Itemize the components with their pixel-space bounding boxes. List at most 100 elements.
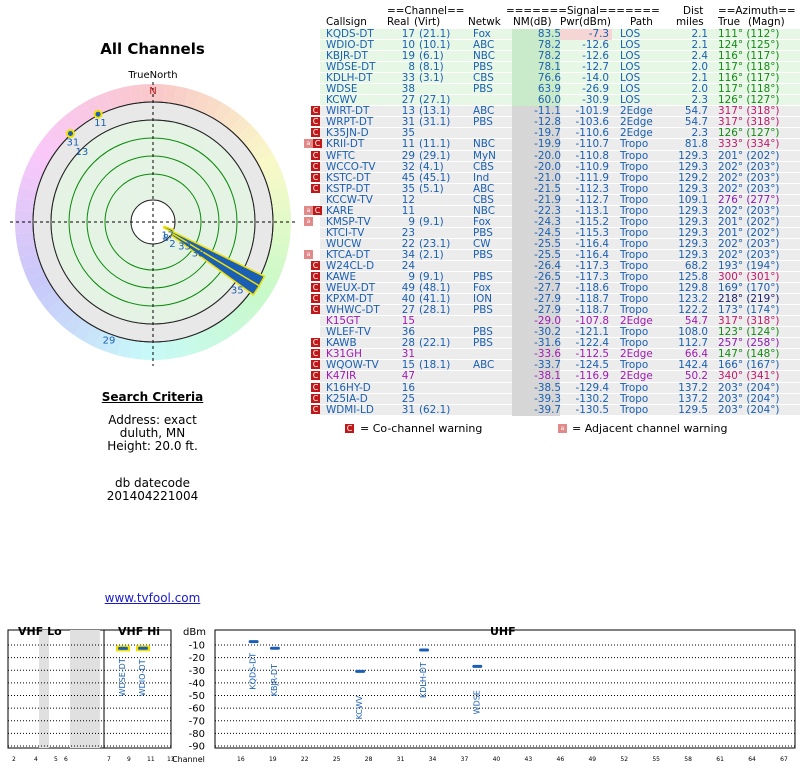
cell-nm: -39.3 [534,392,561,405]
cell-dist: 129.5 [678,403,708,416]
channel-tick-label: 9 [127,756,131,763]
header-magn: (Magn) [748,16,785,28]
cell-path: Tropo [620,381,649,394]
radar-channel-label: 13 [75,147,88,158]
station-signal-bar [355,669,366,673]
channel-tick-label: 19 [269,756,277,763]
channel-tick-label: 5 [54,756,58,763]
header-pwr: Pwr(dBm) [560,16,611,28]
cell-call[interactable]: KRII-DT [326,139,364,150]
cell-call[interactable]: K16HY-D [326,382,371,394]
cell-path: Tropo [620,149,649,162]
cell-pwr: -111.9 [575,171,610,184]
adjacent-warning-icon: a [304,216,313,226]
cell-pwr: -110.8 [575,149,610,162]
cell-virt: (62.1) [419,403,451,416]
cell-real: 47 [401,370,415,383]
channel-tick-label: 58 [684,756,692,763]
channel-tick-label: 7 [107,756,111,763]
cell-virt: (5.1) [419,182,444,195]
channel-tick-label: 52 [620,756,628,763]
station-signal-bar [419,648,430,652]
datecode-label: db datecode [114,476,191,490]
cell-dist: 81.8 [684,138,708,151]
address-line: Address: exact [108,413,197,427]
cell-virt: (11.1) [419,138,451,151]
cell-call[interactable]: WDMI-LD [326,404,374,416]
cell-net: PBS [473,337,493,350]
co-channel-legend: = Co-channel warning [360,421,483,435]
dbm-tick-label: -40 [189,678,205,689]
header-true: True [718,16,741,28]
table-row: C K16HY-D 16 -38.5 -129.4 Tropo 137.2 203° (204… [308,381,800,394]
cell-dist: 129.2 [678,171,708,184]
table-row: C K47IR 47 -38.1 -116.9 2Edge 50.2 340° (341°) [308,370,800,383]
station-label: KBJR-DT [270,664,279,696]
station-signal-bar [472,664,483,668]
header-virt: (Virt) [414,16,441,28]
header-real: Real [387,16,410,28]
co-channel-warning-icon: C [311,172,320,182]
station-table: ==Channel== =======Signal======= Dist ==… [304,6,800,437]
cell-nm: -19.9 [534,138,561,151]
channel-tick-label: 67 [780,756,788,763]
station-signal-bar [138,646,148,650]
co-channel-warning-icon: C [311,161,320,171]
cell-real: 29 [401,149,415,162]
cell-pwr: -110.9 [575,160,610,173]
tvfool-link[interactable]: www.tvfool.com [0,591,305,605]
uhf-panel [214,629,796,749]
uhf-title: UHF [490,625,516,638]
cell-az: 201° (202°) [718,149,780,162]
cell-dist: 50.2 [684,370,708,383]
cell-nm: -38.5 [534,381,561,394]
dbm-tick-label: -20 [189,653,205,664]
cell-call[interactable]: KSTC-DT [326,172,371,184]
cell-real: 32 [401,160,415,173]
cell-virt: (22.1) [419,337,451,350]
page-title: All Channels [100,40,205,58]
co-channel-warning-icon: C [311,360,320,370]
cell-path: 2Edge [620,370,653,383]
cell-net: Ind [473,171,490,184]
co-channel-warning-icon: C [313,139,322,149]
cell-call[interactable]: K47IR [326,371,356,382]
warning-legend: C = Co-channel warning a = Adjacent chan… [308,421,800,437]
cell-call[interactable]: WCCO-TV [326,161,376,173]
station-label: WDIO-DT [138,659,147,696]
co-channel-warning-icon: C [311,371,320,381]
cell-call[interactable]: WFTC [326,150,355,162]
radar-channel-label: 38 [192,249,205,260]
co-channel-warning-icon: C [311,183,320,193]
cell-real: 11 [401,138,415,151]
channel-tick-label: 31 [397,756,405,763]
co-channel-warning-icon: C [313,205,322,215]
cell-virt: (2.1) [419,248,444,261]
header-miles: miles [676,16,704,28]
fm-band [70,630,100,748]
header-netwk: Netwk [468,16,501,28]
cell-virt: (3.1) [419,72,444,85]
table-row: Ca KRII-DT 11 (11.1) NBC -19.9 -110.7 Tropo 81.8… [304,138,800,151]
table-row: C K25IA-D 25 -39.3 -130.2 Tropo 137.2 203° (204… [308,392,800,405]
city-line: duluth, MN [119,426,186,440]
co-channel-warning-icon: C [311,294,320,304]
dbm-label: dBm [183,627,206,638]
co-channel-legend-icon: C [345,423,354,433]
cell-pwr: -110.7 [575,138,610,151]
cell-az: 202° (203°) [718,160,780,173]
cell-az: 203° (204°) [718,403,780,416]
cell-az: 203° (204°) [718,392,780,405]
channel-tick-label: 4 [34,756,38,763]
station-label: WDSE-DT [118,658,127,696]
dbm-tick-label: -80 [189,729,205,740]
co-channel-warning-icon: C [311,117,320,127]
cell-nm: -38.1 [534,370,561,383]
cell-az: 340° (341°) [718,370,780,383]
co-channel-warning-icon: C [311,305,320,315]
radar-channel-label: 33 [178,241,191,252]
dbm-tick-label: -10 [189,641,205,652]
dbm-tick-label: -70 [189,716,205,727]
cell-call[interactable]: K25IA-D [326,393,368,405]
channel-tick-label: 55 [652,756,660,763]
